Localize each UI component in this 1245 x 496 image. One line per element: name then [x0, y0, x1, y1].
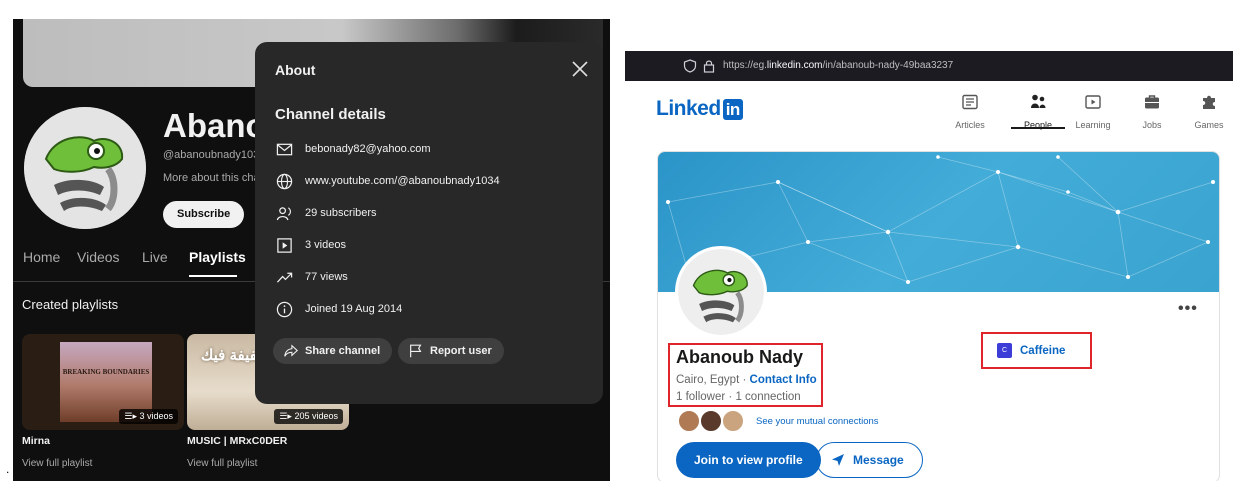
joined-text: Joined 19 Aug 2014 [305, 303, 403, 315]
detail-joined: Joined 19 Aug 2014 [276, 299, 402, 319]
profile-photo[interactable] [675, 246, 767, 338]
trending-icon [276, 272, 293, 283]
highlight-box-company: C Caffeine [981, 332, 1092, 369]
channel-avatar[interactable] [24, 107, 146, 229]
shield-icon [683, 59, 697, 73]
message-button[interactable]: Message [816, 442, 923, 478]
frog-logo-icon [678, 249, 764, 335]
people-icon [1031, 94, 1046, 108]
linkedin-logo[interactable]: Linked in [656, 97, 743, 121]
url-text[interactable]: https://eg.linkedin.com/in/abanoub-nady-… [723, 60, 953, 71]
tab-videos[interactable]: Videos [77, 249, 120, 265]
learning-icon [1085, 95, 1101, 109]
avatar [722, 410, 744, 432]
report-user-button[interactable]: Report user [398, 338, 504, 364]
playlist-title[interactable]: Mirna [22, 435, 50, 447]
jobs-icon [1145, 95, 1159, 109]
playlist-title[interactable]: MUSIC | MRxC0DER [187, 435, 287, 447]
channel-handle: @abanoubnady103 [163, 149, 260, 161]
tab-live[interactable]: Live [142, 249, 168, 265]
lock-icon [703, 60, 715, 73]
profile-card: ••• Abanoub Nady Cairo, Egypt · Contact … [657, 151, 1220, 481]
playlist-icon: ☰▸ [279, 411, 295, 421]
view-full-playlist-link[interactable]: View full playlist [22, 458, 92, 469]
browser-address-bar[interactable]: https://eg.linkedin.com/in/abanoub-nady-… [625, 51, 1233, 81]
more-about-link[interactable]: More about this cha [163, 172, 260, 184]
video-count-badge: ☰▸ 3 videos [119, 409, 178, 424]
stray-dot: . [6, 462, 10, 476]
close-icon [572, 61, 588, 77]
active-tab-indicator [189, 275, 237, 277]
avatar [678, 410, 700, 432]
about-dialog: About Channel details bebonady82@yahoo.c… [255, 42, 603, 404]
channel-url-text[interactable]: www.youtube.com/@abanoubnady1034 [305, 175, 500, 187]
join-to-view-profile-button[interactable]: Join to view profile [676, 442, 821, 478]
contact-info-link[interactable]: Contact Info [750, 374, 817, 386]
playlist-thumbnail[interactable]: BREAKING BOUNDARIES ☰▸ 3 videos [22, 334, 184, 430]
profile-name: Abanoub Nady [676, 347, 804, 367]
globe-icon [276, 173, 293, 189]
send-icon [832, 454, 844, 466]
video-count-badge: ☰▸ 205 videos [274, 409, 343, 424]
avatar [700, 410, 722, 432]
active-nav-indicator [1011, 127, 1065, 129]
videos-text: 3 videos [305, 239, 346, 251]
views-text: 77 views [305, 271, 348, 283]
detail-url: www.youtube.com/@abanoubnady1034 [276, 171, 500, 191]
share-icon [284, 344, 299, 357]
nav-jobs[interactable]: Jobs [1125, 93, 1179, 133]
company-logo-icon: C [997, 343, 1012, 358]
nav-games[interactable]: Games [1182, 93, 1233, 133]
profile-connections: 1 follower · 1 connection [676, 391, 801, 403]
detail-email: bebonady82@yahoo.com [276, 139, 431, 159]
games-icon [1203, 95, 1215, 109]
linkedin-profile-screenshot: https://eg.linkedin.com/in/abanoub-nady-… [625, 51, 1233, 481]
share-channel-button[interactable]: Share channel [273, 338, 393, 364]
playlist-icon: ☰▸ [124, 411, 140, 421]
section-title: Created playlists [22, 297, 119, 312]
articles-icon [962, 94, 978, 110]
mail-icon [276, 143, 293, 155]
subscribe-button[interactable]: Subscribe [163, 201, 245, 228]
detail-videos: 3 videos [276, 235, 346, 255]
thumbnail-text: BREAKING BOUNDARIES [62, 368, 150, 376]
mutual-connections-link[interactable]: See your mutual connections [756, 416, 879, 427]
dialog-title: About [275, 62, 316, 78]
tab-playlists[interactable]: Playlists [189, 249, 246, 265]
youtube-about-screenshot: Abanou @abanoubnady103 More about this c… [13, 19, 610, 481]
detail-views: 77 views [276, 267, 348, 287]
info-icon [276, 301, 293, 317]
profile-location: Cairo, Egypt · Contact Info [676, 374, 817, 386]
email-text[interactable]: bebonady82@yahoo.com [305, 143, 431, 155]
flag-icon [410, 344, 422, 358]
nav-articles[interactable]: Articles [943, 93, 997, 133]
frog-logo-icon [24, 107, 146, 229]
nav-learning[interactable]: Learning [1066, 93, 1120, 133]
detail-subscribers: 29 subscribers [276, 203, 377, 223]
subscribers-text: 29 subscribers [305, 207, 377, 219]
video-icon [277, 237, 292, 253]
mutual-connections[interactable]: See your mutual connections [678, 410, 879, 432]
channel-details-heading: Channel details [275, 106, 386, 123]
tab-home[interactable]: Home [23, 249, 60, 265]
company-link[interactable]: Caffeine [1020, 345, 1065, 357]
subscribers-icon [276, 206, 291, 220]
view-full-playlist-link[interactable]: View full playlist [187, 458, 257, 469]
more-options-button[interactable]: ••• [1178, 300, 1198, 318]
close-button[interactable] [569, 58, 591, 80]
linkedin-in-icon: in [722, 98, 743, 120]
